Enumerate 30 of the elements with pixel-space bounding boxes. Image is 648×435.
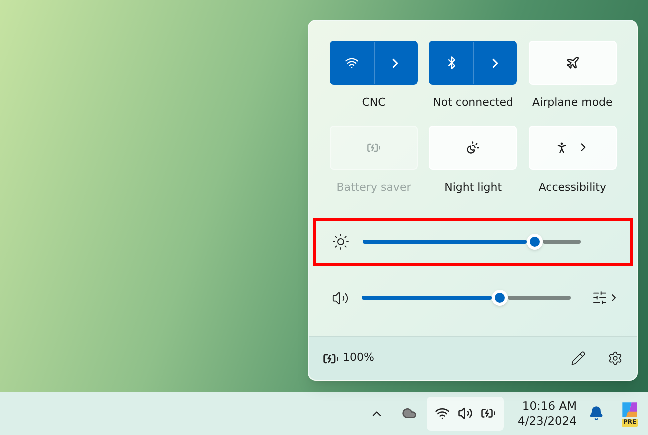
slider-rail bbox=[543, 240, 581, 244]
slider-rail bbox=[508, 296, 571, 300]
system-tray-group[interactable] bbox=[427, 396, 504, 430]
tile-label: Airplane mode bbox=[532, 95, 613, 111]
tile-label: CNC bbox=[362, 95, 386, 111]
tile-label: Accessibility bbox=[538, 180, 606, 196]
brightness-icon bbox=[332, 233, 350, 251]
toggle-tile[interactable] bbox=[330, 41, 418, 85]
tile-label: Battery saver bbox=[336, 180, 412, 196]
clock-date[interactable]: 4/23/2024 bbox=[518, 414, 577, 428]
clock-time[interactable]: 10:16 AM bbox=[522, 398, 577, 414]
edit-icon[interactable] bbox=[571, 351, 586, 366]
slider-thumb[interactable] bbox=[527, 234, 544, 250]
cloud-icon[interactable] bbox=[402, 406, 418, 421]
slider-thumb[interactable] bbox=[492, 290, 508, 306]
settings-icon[interactable] bbox=[608, 351, 623, 366]
airplane-icon bbox=[566, 56, 580, 70]
slider[interactable] bbox=[362, 290, 571, 306]
speaker-icon bbox=[332, 290, 349, 306]
sliders-icon bbox=[592, 290, 608, 306]
speaker-icon bbox=[458, 406, 474, 421]
tile-label: Night light bbox=[444, 180, 502, 196]
wifi-icon bbox=[435, 406, 450, 421]
bell-icon[interactable] bbox=[589, 406, 604, 421]
tile-label: Not connected bbox=[433, 95, 514, 111]
battery-icon bbox=[481, 406, 496, 421]
toggle-tile[interactable] bbox=[429, 41, 518, 85]
battery-percentage: 100% bbox=[343, 350, 374, 366]
wifi-icon bbox=[345, 56, 360, 70]
slider[interactable] bbox=[363, 234, 581, 250]
